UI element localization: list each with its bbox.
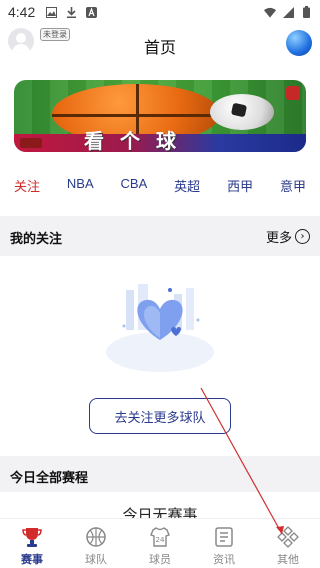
my-follow-title: 我的关注 [10,232,63,247]
bottom-navigation: 赛事 球队 24 球员 资讯 其他 [0,518,320,568]
jersey-icon: 24 [149,526,171,548]
nav-label-matches: 赛事 [21,553,43,566]
nav-item-matches[interactable]: 赛事 [0,519,64,568]
trophy-icon [21,526,43,548]
app-logo-icon[interactable] [286,30,312,56]
banner-text: 看个球 [84,129,192,152]
nav-item-news[interactable]: 资讯 [192,519,256,568]
category-tabs: 关注 NBA CBA 英超 西甲 意甲 [0,176,320,198]
tab-premier-league[interactable]: 英超 [174,176,200,198]
a-icon [85,6,97,18]
download-icon [65,6,77,18]
nav-label-other: 其他 [277,553,299,566]
nav-label-players: 球员 [149,553,171,566]
more-label: 更多 [265,231,292,246]
schedule-header: 今日全部赛程 [0,456,320,492]
diamonds-icon [277,526,299,548]
promo-banner[interactable]: 看个球 [14,80,306,152]
status-bar: 4:42 [0,0,320,24]
signal-icon [282,6,294,18]
brand-logo-small-icon [20,138,42,148]
wifi-icon [264,6,276,18]
nav-item-teams[interactable]: 球队 [64,519,128,568]
news-icon [213,526,235,548]
tab-nba[interactable]: NBA [67,176,94,198]
soccer-ball-image [210,94,274,130]
my-follow-header: 我的关注 更多 › [0,216,320,256]
follow-more-teams-button[interactable]: 去关注更多球队 [89,398,231,434]
chevron-right-icon: › [295,229,310,244]
image-icon [45,6,57,18]
brand-logo-icon [286,86,300,100]
nav-item-players[interactable]: 24 球员 [128,519,192,568]
nav-label-teams: 球队 [85,553,107,566]
schedule-title: 今日全部赛程 [10,471,89,486]
ball-icon [85,526,107,548]
tab-follow[interactable]: 关注 [14,176,40,198]
tab-cba[interactable]: CBA [121,176,148,198]
tab-serie-a[interactable]: 意甲 [280,176,306,198]
tab-la-liga[interactable]: 西甲 [227,176,253,198]
svg-text:24: 24 [156,536,165,544]
empty-heart-illustration [106,284,214,372]
page-title: 首页 [143,38,176,57]
nav-label-news: 资讯 [213,553,235,566]
app-header: 未登录 首页 [0,24,320,64]
nav-item-other[interactable]: 其他 [256,519,320,568]
status-time: 4:42 [8,4,36,20]
battery-icon [300,6,312,18]
more-button[interactable]: 更多 › [266,227,310,246]
